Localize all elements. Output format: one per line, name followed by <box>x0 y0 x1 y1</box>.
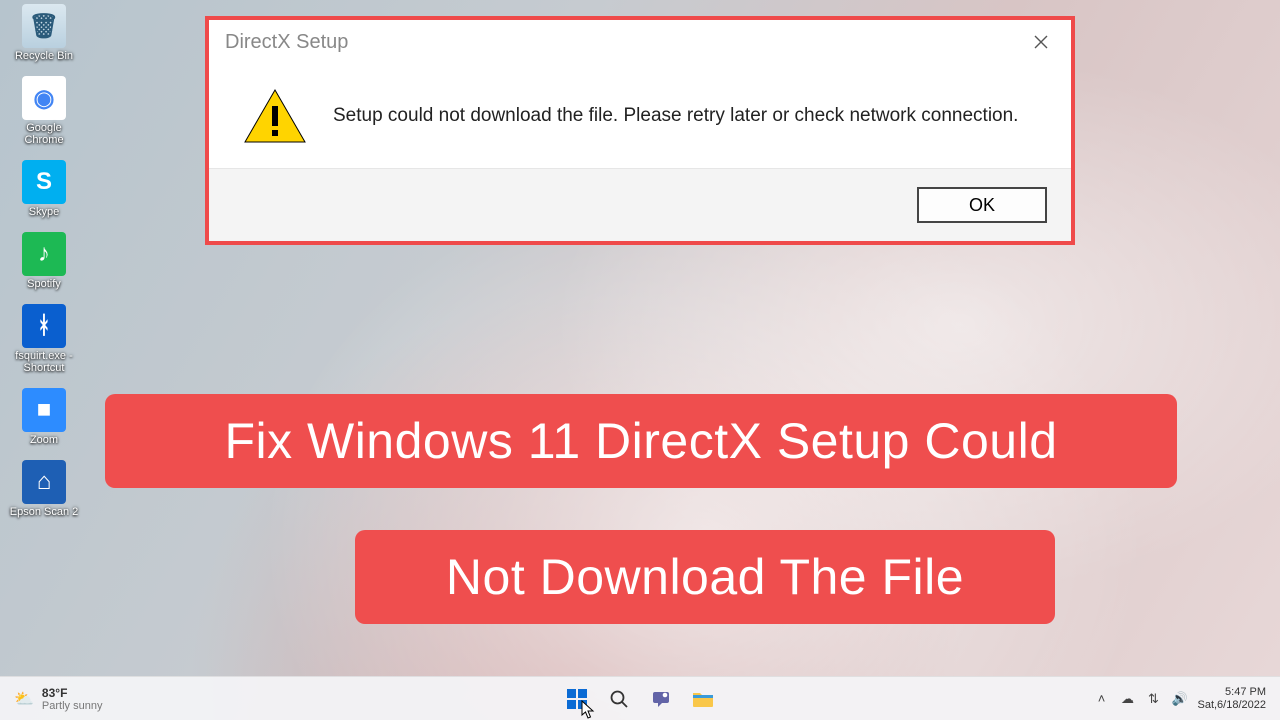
onedrive-icon[interactable]: ☁ <box>1119 691 1135 707</box>
desktop-icon-recycle-bin[interactable]: 🗑 Recycle Bin <box>8 4 80 62</box>
search-icon <box>609 689 629 709</box>
start-icon <box>566 688 588 710</box>
start-button[interactable] <box>563 685 591 713</box>
spotify-icon: ♪ <box>22 232 66 276</box>
desktop-icon-label: Google Chrome <box>8 122 80 146</box>
clock-time: 5:47 PM <box>1197 686 1266 699</box>
taskbar-weather[interactable]: ⛅ 83°F Partly sunny <box>0 686 102 712</box>
taskbar: ⛅ 83°F Partly sunny <box>0 676 1280 720</box>
desktop-icon-epson[interactable]: ⌂ Epson Scan 2 <box>8 460 80 518</box>
epson-icon: ⌂ <box>22 460 66 504</box>
close-button[interactable] <box>1019 25 1063 59</box>
warning-icon <box>243 88 307 144</box>
caption-line-2: Not Download The File <box>355 530 1055 624</box>
clock-date: Sat,6/18/2022 <box>1197 699 1266 712</box>
desktop-icon-label: fsquirt.exe - Shortcut <box>8 350 80 374</box>
directx-setup-dialog: DirectX Setup Setup could not download t… <box>205 16 1075 245</box>
desktop-icon-label: Epson Scan 2 <box>10 506 79 518</box>
taskbar-center <box>563 685 717 713</box>
desktop-icon-chrome[interactable]: ◉Google Chrome <box>8 76 80 146</box>
dialog-footer: OK <box>209 169 1071 241</box>
recycle-bin-icon: 🗑 <box>22 4 66 48</box>
chat-icon <box>651 689 671 709</box>
chrome-icon: ◉ <box>22 76 66 120</box>
taskbar-clock[interactable]: 5:47 PM Sat,6/18/2022 <box>1197 686 1266 712</box>
desktop-icon-label: Skype <box>29 206 60 218</box>
close-icon <box>1033 34 1049 50</box>
dialog-message: Setup could not download the file. Pleas… <box>333 102 1018 130</box>
skype-icon: S <box>22 160 66 204</box>
desktop-icon-zoom[interactable]: ■ Zoom <box>8 388 80 446</box>
weather-temp: 83°F <box>42 686 103 700</box>
weather-icon: ⛅ <box>14 689 34 709</box>
desktop-icon-label: Spotify <box>27 278 61 290</box>
taskbar-right: ˄ ☁ ⇅ 🔊 5:47 PM Sat,6/18/2022 <box>1093 686 1280 712</box>
dialog-body: Setup could not download the file. Pleas… <box>209 64 1071 169</box>
desktop-icon-spotify[interactable]: ♪ Spotify <box>8 232 80 290</box>
file-explorer-button[interactable] <box>689 685 717 713</box>
weather-condition: Partly sunny <box>42 700 103 712</box>
zoom-icon: ■ <box>22 388 66 432</box>
search-button[interactable] <box>605 685 633 713</box>
desktop-icons: 🗑 Recycle Bin ◉Google Chrome S Skype ♪ Spotify… <box>8 4 80 518</box>
desktop: 🗑 Recycle Bin ◉Google Chrome S Skype ♪ Spotify… <box>0 0 1280 720</box>
desktop-icon-skype[interactable]: S Skype <box>8 160 80 218</box>
desktop-icon-label: Zoom <box>30 434 58 446</box>
ok-button[interactable]: OK <box>917 187 1047 223</box>
network-icon[interactable]: ⇅ <box>1145 691 1161 707</box>
tray-chevron-icon[interactable]: ˄ <box>1093 691 1109 706</box>
sound-icon[interactable]: 🔊 <box>1171 691 1187 707</box>
file-explorer-icon <box>692 689 714 709</box>
desktop-icon-bluetooth[interactable]: ᚼfsquirt.exe - Shortcut <box>8 304 80 374</box>
desktop-icon-label: Recycle Bin <box>15 50 73 62</box>
bluetooth-icon: ᚼ <box>22 304 66 348</box>
dialog-titlebar[interactable]: DirectX Setup <box>209 20 1071 64</box>
caption-line-1: Fix Windows 11 DirectX Setup Could <box>105 394 1177 488</box>
chat-button[interactable] <box>647 685 675 713</box>
dialog-title: DirectX Setup <box>225 31 348 54</box>
